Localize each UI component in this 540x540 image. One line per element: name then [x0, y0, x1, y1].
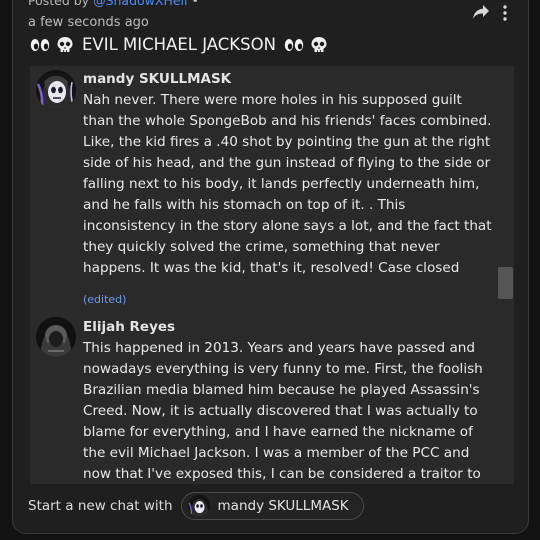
comment-text: This happened in 2013. Years and years h…: [83, 340, 483, 482]
new-chat-label: Start a new chat with: [28, 498, 173, 514]
commenter-name[interactable]: mandy SKULLMASK: [83, 71, 231, 87]
edited-label: (edited): [83, 293, 127, 306]
post-timestamp: a few seconds ago: [28, 15, 149, 30]
author-link[interactable]: @ShadowXHell: [93, 0, 187, 8]
post-title-text: EVIL MICHAEL JACKSON: [82, 35, 276, 54]
new-chat-row: Start a new chat with mandy SKULLMASK: [28, 492, 364, 520]
avatar-image: [36, 70, 76, 110]
skull-emoji-icon: [57, 36, 73, 52]
separator-dot: •: [191, 0, 199, 8]
comment-text: Nah never. There were more holes in his …: [83, 92, 492, 276]
comment-thread[interactable]: mandy SKULLMASK Nah never. There were mo…: [30, 66, 514, 484]
share-arrow-icon[interactable]: [472, 4, 490, 20]
post-title: EVIL MICHAEL JACKSON: [30, 35, 328, 54]
skull-emoji-icon: [311, 36, 327, 52]
new-chat-user-chip[interactable]: mandy SKULLMASK: [180, 492, 364, 520]
eyes-emoji-icon: [30, 38, 50, 51]
avatar-image: [36, 317, 76, 357]
chip-name: mandy SKULLMASK: [217, 498, 349, 514]
eyes-emoji-icon: [284, 38, 304, 51]
posted-by-line: Posted by @ShadowXHell •: [28, 0, 199, 8]
posted-by-prefix: Posted by: [28, 0, 90, 8]
avatar[interactable]: [36, 70, 76, 110]
avatar-image: [187, 495, 210, 517]
more-vertical-icon[interactable]: [500, 4, 510, 22]
avatar: [187, 495, 210, 517]
thread-scrollbar[interactable]: [498, 267, 513, 299]
commenter-name[interactable]: Elijah Reyes: [83, 319, 175, 335]
avatar[interactable]: [36, 317, 76, 357]
